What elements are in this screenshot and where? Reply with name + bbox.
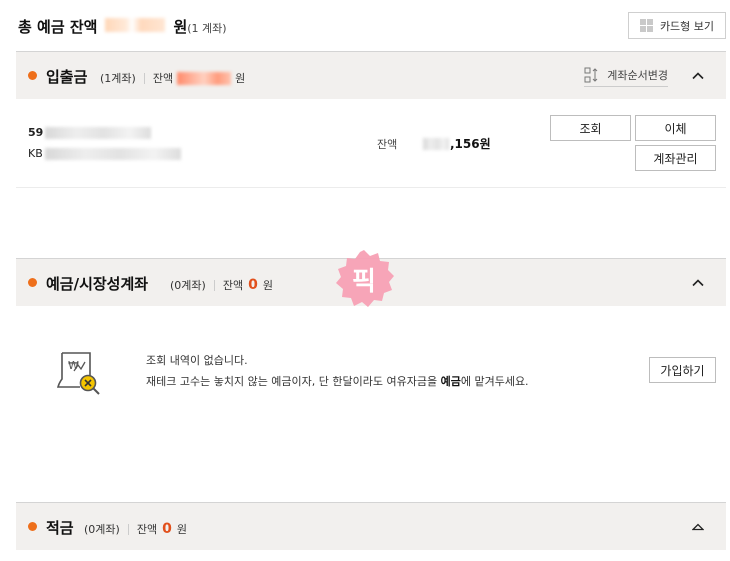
section-balance-value: 0 <box>162 521 172 537</box>
account-number: 59 <box>28 126 152 139</box>
card-view-button[interactable]: 카드형 보기 <box>628 12 726 39</box>
no-records-icon: ₩ <box>56 352 100 395</box>
reorder-label: 계좌순서변경 <box>607 69 668 82</box>
watermark-sticker: 픽 <box>336 250 394 307</box>
section-dot-icon <box>28 522 37 531</box>
empty-promo-message: 재테크 고수는 놓치지 않는 예금이자, 단 한달이라도 여유자금을 예금에 맡… <box>146 373 529 389</box>
total-balance-amount-masked <box>105 18 166 32</box>
reorder-icon <box>584 67 598 83</box>
section-balance-masked <box>177 71 232 85</box>
promo-text-bold: 예금 <box>440 375 461 388</box>
summary-header: 총 예금 잔액 원 (1 계좌) 카드형 보기 <box>16 0 726 50</box>
section-account-count: (1계좌) <box>100 72 136 85</box>
account-name-masked <box>44 147 181 160</box>
section-title: 적금 <box>46 519 74 537</box>
section-balance-label: 잔액 <box>152 72 174 85</box>
total-balance-label: 총 예금 잔액 <box>18 18 98 36</box>
total-account-count: (1 계좌) <box>187 22 227 35</box>
card-view-label: 카드형 보기 <box>659 19 715 33</box>
chevron-up-icon[interactable] <box>692 70 704 82</box>
account-manage-button[interactable]: 계좌관리 <box>635 145 716 171</box>
section-balance-suffix: 원 <box>176 523 187 536</box>
total-balance-currency: 원 <box>173 18 188 36</box>
promo-text-start: 재테크 고수는 놓치지 않는 예금이자, 단 한달이라도 여유자금을 <box>146 375 441 388</box>
account-name: KB <box>28 147 181 160</box>
divider <box>127 523 129 535</box>
account-number-prefix: 59 <box>28 126 44 139</box>
section-balance-value: 0 <box>248 277 258 293</box>
section-account-count: (0계좌) <box>84 523 120 536</box>
section-meta: (0계좌) 잔액 0 원 <box>170 277 273 293</box>
section-title: 입출금 <box>46 68 88 86</box>
section-balance-suffix: 원 <box>262 279 273 292</box>
empty-message: 조회 내역이 없습니다. <box>146 354 248 367</box>
section-header-installment[interactable]: 적금 (0계좌) 잔액 0 원 <box>16 502 726 550</box>
sticker-text: 픽 <box>352 267 376 297</box>
transfer-button[interactable]: 이체 <box>635 115 716 141</box>
chevron-up-icon[interactable] <box>692 521 704 533</box>
empty-state: ₩ 조회 내역이 없습니다. 재테크 고수는 놓치지 않는 예금이자, 단 한달… <box>16 307 726 447</box>
join-button[interactable]: 가입하기 <box>649 357 716 383</box>
section-dot-icon <box>28 71 37 80</box>
section-account-count: (0계좌) <box>170 279 206 292</box>
account-row: 59 KB 잔액 ,156원 조회 이체 계좌관리 <box>16 100 726 188</box>
reorder-accounts-button[interactable]: 계좌순서변경 <box>584 67 668 87</box>
chevron-up-icon[interactable] <box>692 277 704 289</box>
account-balance-visible: ,156원 <box>450 137 491 151</box>
section-title: 예금/시장성계좌 <box>46 275 149 293</box>
section-balance-label: 잔액 <box>222 279 244 292</box>
total-balance-title: 총 예금 잔액 원 (1 계좌) <box>18 16 227 37</box>
account-bank-prefix: KB <box>28 147 43 160</box>
section-balance-label: 잔액 <box>136 523 158 536</box>
section-header-deposit[interactable]: 입출금 (1계좌) 잔액 원 계좌순서변경 <box>16 51 726 99</box>
inquiry-button[interactable]: 조회 <box>550 115 631 141</box>
section-meta: (0계좌) 잔액 0 원 <box>84 521 187 537</box>
account-balance: ,156원 <box>421 135 491 152</box>
section-balance-suffix: 원 <box>235 72 246 85</box>
account-balance-masked <box>423 137 449 150</box>
account-number-masked <box>45 126 152 139</box>
section-dot-icon <box>28 278 37 287</box>
section-meta: (1계좌) 잔액 원 <box>100 70 245 86</box>
account-balance-label: 잔액 <box>377 138 398 151</box>
grid-icon <box>639 19 653 32</box>
divider <box>143 72 145 84</box>
divider <box>213 279 215 291</box>
promo-text-end: 에 맡겨두세요. <box>460 375 529 388</box>
